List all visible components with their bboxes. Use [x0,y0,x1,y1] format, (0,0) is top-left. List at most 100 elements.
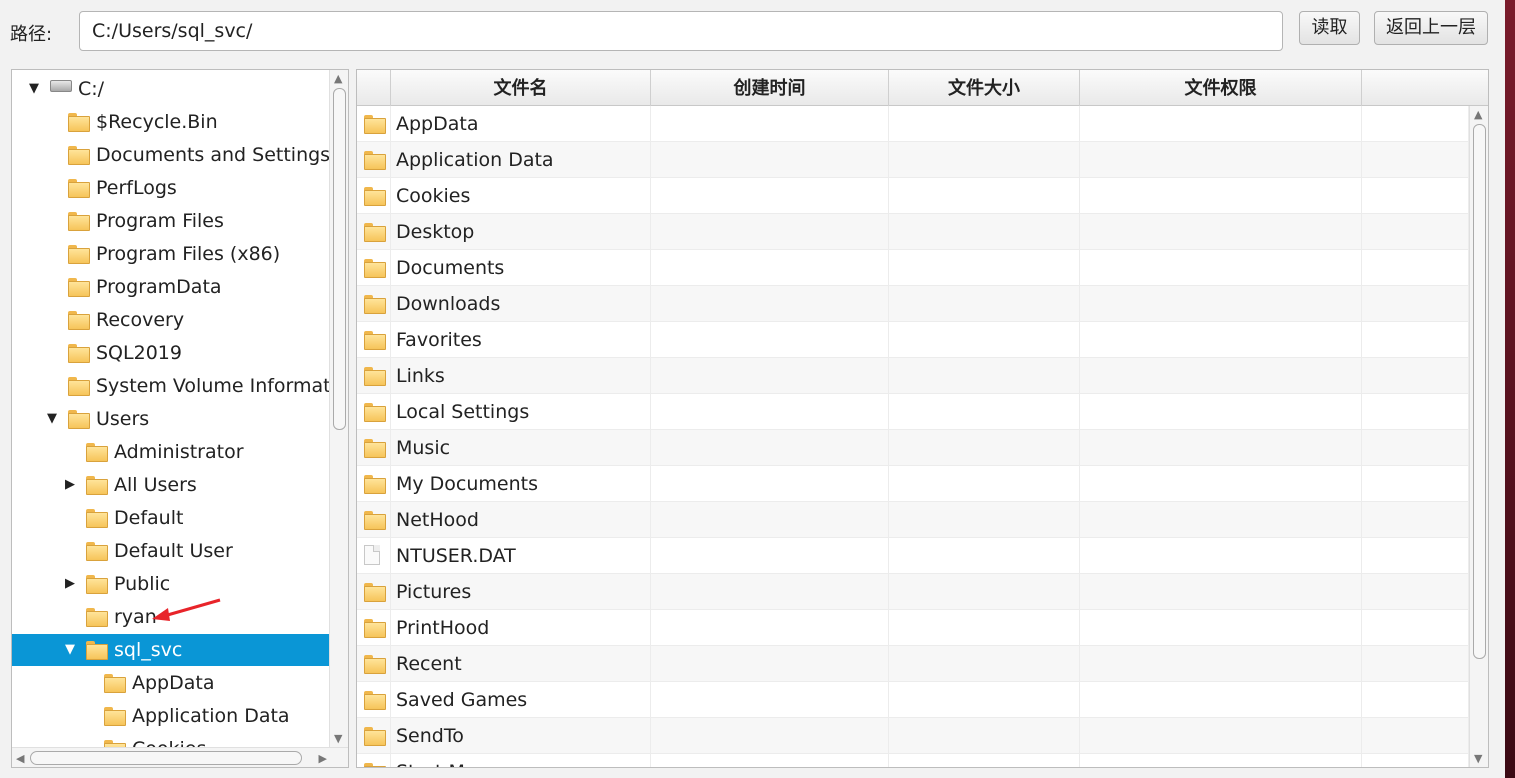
tree-horizontal-scrollbar[interactable]: ◀ ▶ [12,747,348,767]
go-up-button[interactable]: 返回上一层 [1374,11,1488,45]
table-row[interactable]: Saved Games [357,682,1469,718]
table-cell [651,718,889,754]
table-cell [1362,610,1469,646]
scroll-up-icon[interactable]: ▲ [1474,108,1482,121]
tree-item[interactable]: Administrator [12,436,329,468]
table-row[interactable]: Start Menu [357,754,1469,767]
collapsed-caret-icon[interactable]: ▶ [63,469,77,501]
tree-item[interactable]: Program Files [12,205,329,237]
table-cell [1362,574,1469,610]
folder-icon [104,707,126,726]
scroll-down-icon[interactable]: ▼ [1474,752,1482,765]
tree-item[interactable]: Default [12,502,329,534]
table-row[interactable]: Pictures [357,574,1469,610]
table-row[interactable]: SendTo [357,718,1469,754]
folder-icon [364,223,386,242]
table-cell [889,574,1080,610]
table-row[interactable]: Downloads [357,286,1469,322]
tree-item[interactable]: Recovery [12,304,329,336]
tree-item[interactable]: ProgramData [12,271,329,303]
tree-item[interactable]: SQL2019 [12,337,329,369]
column-header-name[interactable]: 文件名 [391,70,651,106]
table-cell [889,286,1080,322]
table-cell [651,538,889,574]
table-vertical-scrollbar[interactable]: ▲ ▼ [1469,106,1488,767]
scroll-down-icon[interactable]: ▼ [334,732,342,745]
collapsed-caret-icon[interactable]: ▶ [63,568,77,600]
expanded-caret-icon[interactable]: ▼ [27,73,41,105]
tree-item[interactable]: Program Files (x86) [12,238,329,270]
table-cell [1080,466,1362,502]
table-row[interactable]: Recent [357,646,1469,682]
directory-tree[interactable]: ▼ C:/ $Recycle.Bin Documents and Settings Pe… [11,69,349,768]
folder-icon [364,475,386,494]
folder-icon [364,403,386,422]
table-row[interactable]: Documents [357,250,1469,286]
table-row[interactable]: Application Data [357,142,1469,178]
path-input[interactable] [79,11,1283,51]
table-cell [1362,538,1469,574]
table-cell [1362,754,1469,767]
folder-icon [364,439,386,458]
table-cell [1362,358,1469,394]
tree-scroll-thumb[interactable] [333,88,346,430]
folder-icon [86,476,108,495]
table-row[interactable]: My Documents [357,466,1469,502]
tree-item[interactable]: System Volume Informati... [12,370,329,402]
read-button[interactable]: 读取 [1299,11,1360,45]
column-header-created[interactable]: 创建时间 [651,70,889,106]
tree-vertical-scrollbar[interactable]: ▲ ▼ [329,70,348,747]
tree-item[interactable]: ▼ Users [12,403,329,435]
table-row[interactable]: Links [357,358,1469,394]
scroll-left-icon[interactable]: ◀ [16,752,24,765]
table-row[interactable]: NTUSER.DAT [357,538,1469,574]
column-header-permissions[interactable]: 文件权限 [1080,70,1362,106]
table-row[interactable]: Favorites [357,322,1469,358]
expanded-caret-icon[interactable]: ▼ [63,634,77,666]
table-row[interactable]: Desktop [357,214,1469,250]
tree-item[interactable]: Documents and Settings [12,139,329,171]
tree-item[interactable]: PerfLogs [12,172,329,204]
file-name: Desktop [396,221,475,243]
tree-item[interactable]: ▶ Public [12,568,329,600]
table-row[interactable]: AppData [357,106,1469,142]
tree-item[interactable]: Application Data [12,700,329,732]
tree-item-label: $Recycle.Bin [96,111,218,133]
column-header-size[interactable]: 文件大小 [889,70,1080,106]
table-row[interactable]: Local Settings [357,394,1469,430]
folder-icon [86,443,108,462]
tree-item[interactable]: Default User [12,535,329,567]
window-edge [1505,0,1515,778]
file-icon [364,545,380,565]
tree-item[interactable]: $Recycle.Bin [12,106,329,138]
table-cell [889,430,1080,466]
tree-item[interactable]: ▼ sql_svc [12,634,329,666]
table-cell [889,610,1080,646]
table-cell [889,358,1080,394]
table-scroll-thumb[interactable] [1473,124,1486,659]
table-row[interactable]: Cookies [357,178,1469,214]
folder-icon [68,179,90,198]
tree-hscroll-thumb[interactable] [30,751,302,765]
tree-item[interactable]: ▼ C:/ [12,73,329,105]
table-cell [1080,574,1362,610]
table-cell [1362,394,1469,430]
folder-icon [364,151,386,170]
tree-item[interactable]: AppData [12,667,329,699]
table-cell [1362,646,1469,682]
scroll-right-icon[interactable]: ▶ [319,752,327,765]
table-row[interactable]: Music [357,430,1469,466]
tree-item[interactable]: ▶ All Users [12,469,329,501]
column-header-extra[interactable] [1362,70,1488,106]
tree-item-label: Recovery [96,309,185,331]
table-row[interactable]: NetHood [357,502,1469,538]
table-cell [889,538,1080,574]
scroll-up-icon[interactable]: ▲ [334,72,342,85]
expanded-caret-icon[interactable]: ▼ [45,403,59,435]
table-cell [889,178,1080,214]
table-cell [889,250,1080,286]
table-row[interactable]: PrintHood [357,610,1469,646]
table-cell [651,394,889,430]
table-cell [651,286,889,322]
table-cell [889,142,1080,178]
